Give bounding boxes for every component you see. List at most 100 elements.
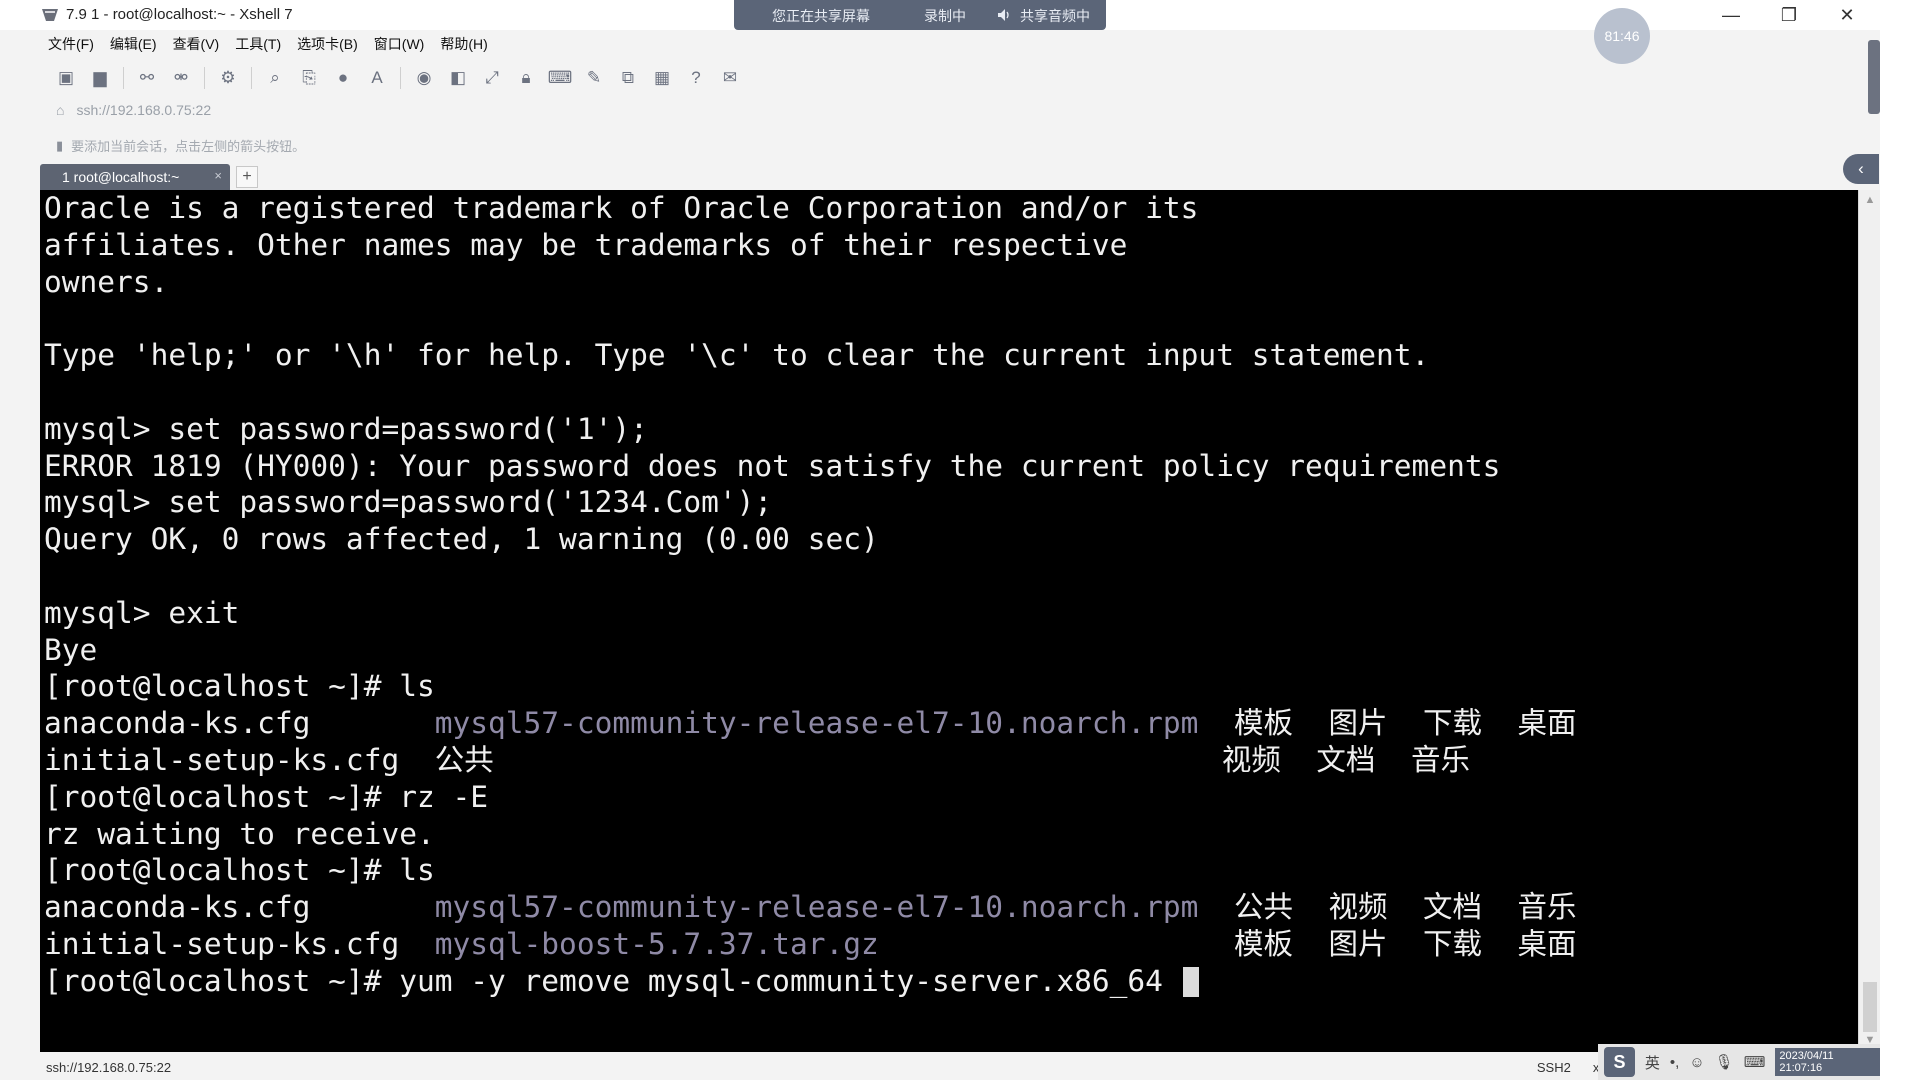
session-panel-toggle-icon[interactable]: ‹ xyxy=(1843,154,1879,184)
address-text: ssh://192.168.0.75:22 xyxy=(76,102,212,118)
toolbar: ▣ ▆ ⚯ ⚮ ⚙ ⌕ ⎘ ● A ◉ ◧ ⤢ 🔒︎ ⌨ ✎ ⧉ ▦ ? ✉ xyxy=(52,64,744,92)
toolbar-separator xyxy=(400,67,401,89)
font-icon[interactable]: A xyxy=(363,65,391,91)
menu-edit[interactable]: 编辑(E) xyxy=(102,32,165,56)
terminal-text: [root@localhost ~]# ls xyxy=(44,669,435,704)
scroll-up-icon[interactable]: ▲ xyxy=(1863,194,1877,208)
properties-icon[interactable]: ⚙ xyxy=(214,65,242,91)
reconnect-icon[interactable]: ⚯ xyxy=(133,65,161,91)
terminal-text: mysql> set password=password('1234.Com')… xyxy=(44,485,773,520)
new-tab-button[interactable]: + xyxy=(236,166,258,188)
terminal-line: anaconda-ks.cfg mysql57-community-releas… xyxy=(44,705,1577,741)
terminal-text: 模板 图片 下载 桌面 xyxy=(878,927,1577,961)
terminal-text: Bye xyxy=(44,632,98,667)
terminal-text: [root@localhost ~]# rz -E xyxy=(44,779,489,814)
layout-icon[interactable]: ▦ xyxy=(648,65,676,91)
terminal-line: initial-setup-ks.cfg 公共 视频 文档 音乐 xyxy=(44,742,1470,778)
terminal-text: Query OK, 0 rows affected, 1 warning (0.… xyxy=(44,522,879,557)
xftp-icon[interactable]: ◉ xyxy=(410,65,438,91)
disconnect-icon[interactable]: ⚮ xyxy=(167,65,195,91)
menu-bar: 文件(F) 编辑(E) 查看(V) 工具(T) 选项卡(B) 窗口(W) 帮助(… xyxy=(40,32,496,56)
punctuation-icon[interactable]: •, xyxy=(1670,1054,1679,1071)
terminal-line: owners. xyxy=(44,264,168,300)
toolbar-separator xyxy=(123,67,124,89)
toolbar-separator xyxy=(251,67,252,89)
terminal-text: Type 'help;' or '\h' for help. Type '\c'… xyxy=(44,338,1430,373)
menu-file[interactable]: 文件(F) xyxy=(40,32,102,56)
terminal-line: anaconda-ks.cfg mysql57-community-releas… xyxy=(44,889,1577,925)
terminal-line: Bye xyxy=(44,632,97,668)
color-scheme-icon[interactable]: ● xyxy=(329,65,357,91)
terminal-text: Oracle is a registered trademark of Orac… xyxy=(44,191,1199,225)
tunnel-icon[interactable]: ⧉ xyxy=(614,65,642,91)
minimize-button[interactable]: — xyxy=(1702,0,1760,30)
tab-close-icon[interactable]: × xyxy=(214,168,222,183)
copy-paste-icon[interactable]: ⎘ xyxy=(295,65,323,91)
input-method-logo[interactable]: S xyxy=(1604,1047,1635,1077)
terminal-text: 模板 图片 下载 桌面 xyxy=(1198,706,1577,741)
emoji-icon[interactable]: ☺ xyxy=(1689,1054,1704,1071)
right-edge-area xyxy=(1880,30,1920,1080)
screen-sharing-status: 您正在共享屏幕 xyxy=(772,8,870,24)
clock: 2023/04/11 21:07:16 xyxy=(1775,1048,1880,1076)
script-icon[interactable]: ◧ xyxy=(444,65,472,91)
help-icon[interactable]: ? xyxy=(682,65,710,91)
session-hint-bar: ▮ 要添加当前会话，点击左侧的箭头按钮。 xyxy=(56,136,305,155)
terminal-line: Type 'help;' or '\h' for help. Type '\c'… xyxy=(44,337,1429,373)
status-protocol: SSH2 xyxy=(1536,1060,1571,1075)
terminal-text: initial-setup-ks.cfg 公共 视频 文档 音乐 xyxy=(44,743,1470,777)
terminal-line: [root@localhost ~]# rz -E xyxy=(44,779,488,815)
chat-icon[interactable]: ✉ xyxy=(716,65,744,91)
terminal-line: [root@localhost ~]# ls xyxy=(44,852,435,888)
recording-status: 录制中 xyxy=(924,8,966,24)
terminal-file-archive: mysql57-community-release-el7-10.noarch.… xyxy=(434,890,1199,925)
open-folder-icon[interactable]: ▆ xyxy=(86,65,114,91)
terminal-text: affiliates. Other names may be trademark… xyxy=(44,227,1128,262)
terminal-line: rz waiting to receive. xyxy=(44,816,435,852)
tab-label: 1 root@localhost:~ xyxy=(62,169,180,185)
terminal-output[interactable]: Oracle is a registered trademark of Orac… xyxy=(40,190,1858,1052)
compose-icon[interactable]: ✎ xyxy=(580,65,608,91)
terminal-text: [root@localhost ~]# ls xyxy=(44,853,435,888)
terminal-text: mysql> exit xyxy=(44,595,240,630)
menu-help[interactable]: 帮助(H) xyxy=(432,32,495,56)
terminal-line: Oracle is a registered trademark of Orac… xyxy=(44,190,1198,226)
terminal-line: [root@localhost ~]# ls xyxy=(44,668,435,704)
speaker-icon xyxy=(998,9,1009,21)
status-address: ssh://192.168.0.75:22 xyxy=(46,1060,172,1075)
menu-view[interactable]: 查看(V) xyxy=(165,32,228,56)
keyboard-icon[interactable]: ⌨ xyxy=(546,65,574,91)
maximize-button[interactable]: ❐ xyxy=(1760,0,1818,30)
audio-sharing-status: 共享音频中 xyxy=(1020,8,1090,24)
input-language[interactable]: 英 xyxy=(1645,1052,1660,1073)
terminal-scrollbar[interactable]: ▲ ▼ xyxy=(1858,190,1880,1052)
side-handle[interactable] xyxy=(1868,40,1880,114)
terminal-line: initial-setup-ks.cfg mysql-boost-5.7.37.… xyxy=(44,926,1577,962)
window-title: 7.9 1 - root@localhost:~ - Xshell 7 xyxy=(66,6,293,23)
close-button[interactable]: ✕ xyxy=(1818,0,1876,30)
find-icon[interactable]: ⌕ xyxy=(261,65,289,91)
terminal-text: [root@localhost ~]# yum -y remove mysql-… xyxy=(44,963,1181,998)
new-session-icon[interactable]: ▣ xyxy=(52,65,80,91)
menu-tools[interactable]: 工具(T) xyxy=(227,32,289,56)
fullscreen-icon[interactable]: ⤢ xyxy=(478,65,506,91)
terminal-text: rz waiting to receive. xyxy=(44,816,435,851)
lock-small-icon: ⌂ xyxy=(56,102,65,118)
lock-icon[interactable]: 🔒︎ xyxy=(512,65,540,91)
menu-window[interactable]: 窗口(W) xyxy=(366,32,433,56)
terminal-line: affiliates. Other names may be trademark… xyxy=(44,227,1127,263)
menu-tabs[interactable]: 选项卡(B) xyxy=(289,32,366,56)
terminal-text: anaconda-ks.cfg xyxy=(44,890,435,925)
screen-share-banner[interactable]: 您正在共享屏幕 录制中 共享音频中 xyxy=(734,0,1106,30)
address-bar[interactable]: ⌂ ssh://192.168.0.75:22 xyxy=(56,102,211,118)
terminal-text: ERROR 1819 (HY000): Your password does n… xyxy=(44,448,1501,483)
recording-timer: 81:46 xyxy=(1594,8,1650,64)
scroll-thumb[interactable] xyxy=(1863,982,1877,1032)
terminal-line: [root@localhost ~]# yum -y remove mysql-… xyxy=(44,963,1199,999)
terminal-cursor xyxy=(1182,967,1199,998)
microphone-icon[interactable]: 🎙︎ xyxy=(1715,1053,1734,1071)
tab-root-localhost[interactable]: 1 root@localhost:~ × xyxy=(40,164,230,190)
terminal-text: anaconda-ks.cfg xyxy=(44,706,435,741)
terminal-line: Query OK, 0 rows affected, 1 warning (0.… xyxy=(44,521,879,557)
keyboard-tray-icon[interactable]: ⌨ xyxy=(1744,1053,1766,1071)
